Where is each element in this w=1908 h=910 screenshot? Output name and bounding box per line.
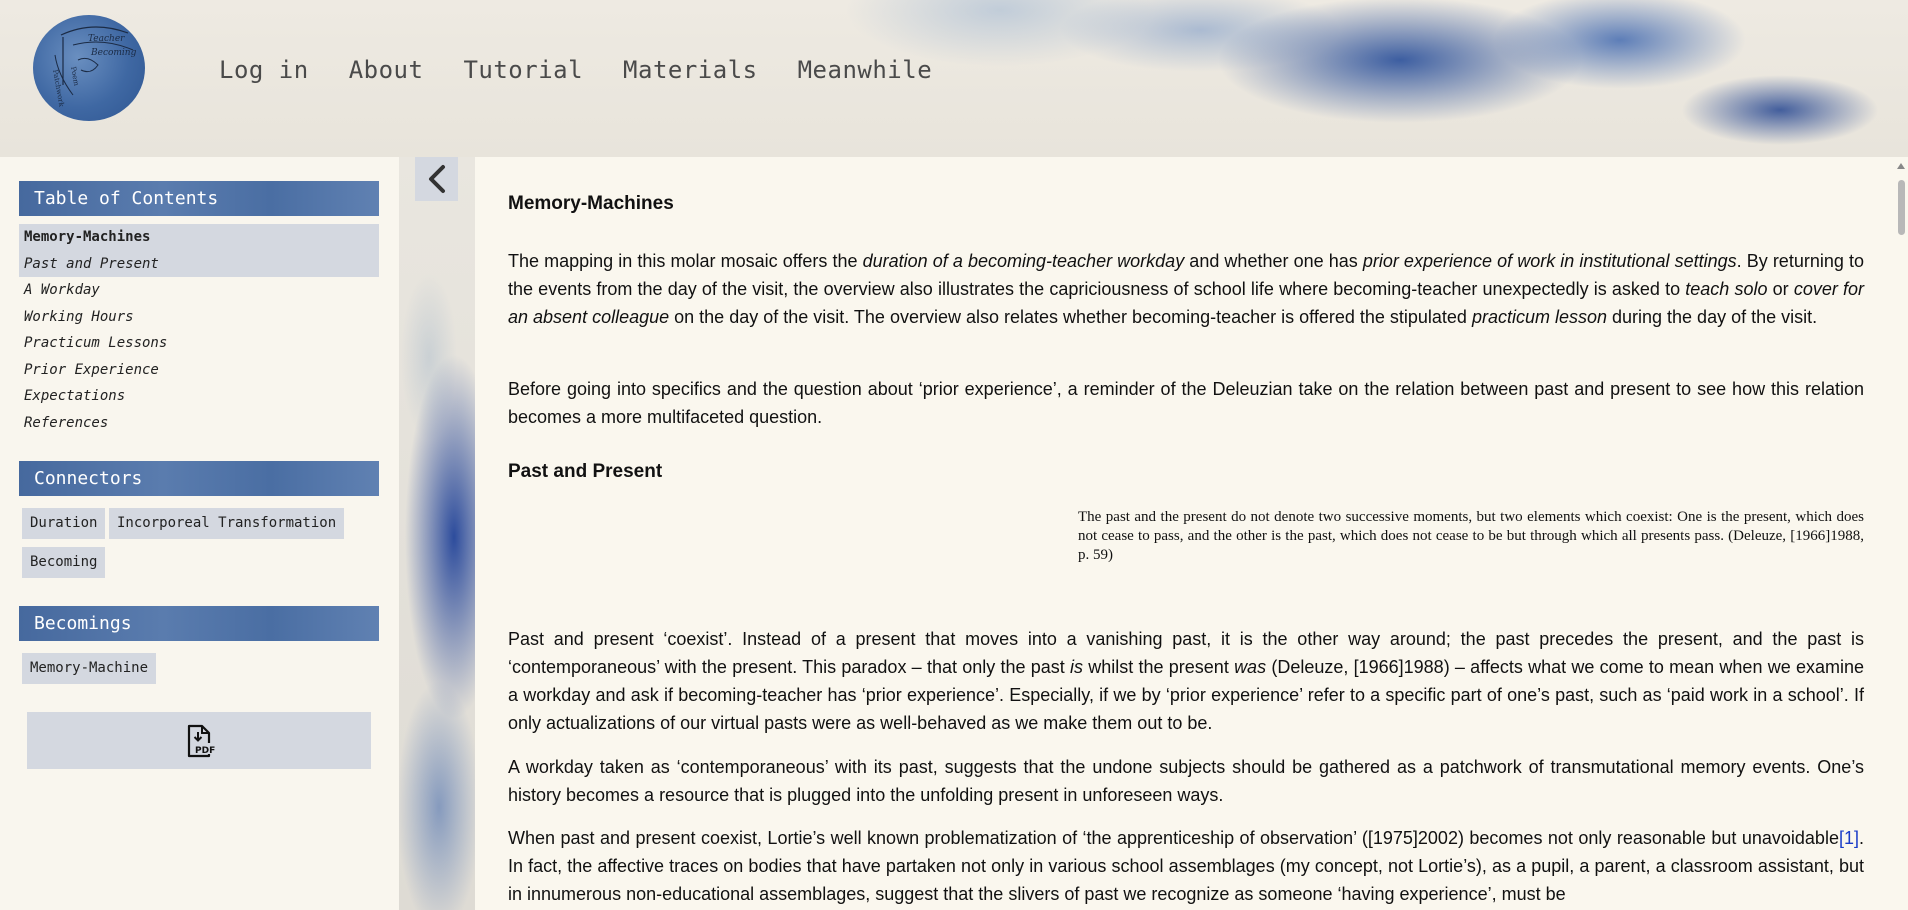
p3-emph-is: is bbox=[1070, 657, 1084, 677]
section-heading-past-and-present: Past and Present bbox=[508, 461, 663, 482]
decorative-strip bbox=[399, 157, 475, 910]
scrollbar[interactable] bbox=[1893, 157, 1908, 910]
logo-text-2: Becoming bbox=[90, 48, 137, 58]
nav-about[interactable]: About bbox=[349, 56, 424, 84]
toc-item-a-workday[interactable]: A Workday bbox=[19, 277, 379, 304]
paragraph-2: Before going into specifics and the ques… bbox=[508, 379, 1864, 427]
footnote-link-1[interactable]: [1] bbox=[1839, 828, 1859, 848]
toc-heading[interactable]: Table of Contents bbox=[19, 181, 379, 216]
p3-emph-was: was bbox=[1234, 657, 1267, 677]
p3-text-c: whilst the present bbox=[1083, 657, 1235, 677]
toc-item-prior-experience[interactable]: Prior Experience bbox=[19, 357, 379, 384]
toc-item-memory-machines[interactable]: Memory-Machines bbox=[19, 224, 379, 251]
nav-materials[interactable]: Materials bbox=[623, 56, 758, 84]
nav-meanwhile[interactable]: Meanwhile bbox=[798, 56, 933, 84]
p5-text-a: When past and present coexist, Lortie’s … bbox=[508, 828, 1839, 848]
scroll-up-arrow-icon[interactable] bbox=[1897, 163, 1905, 169]
scroll-thumb[interactable] bbox=[1898, 180, 1905, 235]
becoming-tag-memory-machine[interactable]: Memory-Machine bbox=[22, 653, 157, 684]
toc-item-references[interactable]: References bbox=[19, 410, 379, 437]
becomings-heading[interactable]: Becomings bbox=[19, 606, 379, 641]
logo-handwriting: Teacher Becoming Patchwork Poem bbox=[51, 26, 137, 108]
connector-tag-duration[interactable]: Duration bbox=[22, 508, 106, 539]
nav-tutorial[interactable]: Tutorial bbox=[463, 56, 583, 84]
p1-text-i: on the day of the visit. The overview al… bbox=[669, 307, 1472, 327]
article-content: Memory-Machines The mapping in this mola… bbox=[475, 157, 1908, 910]
paragraph-5: When past and present coexist, Lortie’s … bbox=[508, 824, 1864, 908]
pdf-file-icon: PDF bbox=[187, 724, 215, 757]
logo-text-4: Poem bbox=[69, 66, 80, 87]
connector-tag-becoming[interactable]: Becoming bbox=[22, 547, 106, 578]
p1-text-c: and whether one has bbox=[1184, 251, 1363, 271]
paragraph-4: A workday taken as ‘contemporaneous’ wit… bbox=[508, 757, 1864, 805]
toc-item-working-hours[interactable]: Working Hours bbox=[19, 304, 379, 331]
p1-text-k: during the day of the visit. bbox=[1607, 307, 1818, 327]
chevron-left-icon bbox=[428, 165, 445, 193]
paragraph-3: Past and present ‘coexist’. Instead of a… bbox=[508, 625, 1864, 737]
p1-emph-practicum: practicum lesson bbox=[1471, 307, 1607, 327]
toc-item-past-and-present[interactable]: Past and Present bbox=[19, 250, 379, 277]
toc-item-practicum-lessons[interactable]: Practicum Lessons bbox=[19, 330, 379, 357]
pdf-label: PDF bbox=[195, 746, 215, 756]
p1-emph-prior-experience: prior experience of work in institutiona… bbox=[1362, 251, 1737, 271]
header-banner: Teacher Becoming Patchwork Poem Log in A… bbox=[0, 0, 1908, 157]
collapse-sidebar-button[interactable] bbox=[415, 157, 458, 201]
p1-emph-duration: duration of a becoming-teacher workday bbox=[862, 251, 1185, 271]
logo-text-1: Teacher bbox=[88, 34, 125, 44]
p1-text-a: The mapping in this molar mosaic offers … bbox=[508, 251, 863, 271]
p1-text-g: or bbox=[1767, 279, 1794, 299]
paragraph-1: The mapping in this molar mosaic offers … bbox=[508, 247, 1864, 331]
toc-list: Memory-Machines Past and Present A Workd… bbox=[19, 224, 379, 436]
connector-tag-incorporeal-transformation[interactable]: Incorporeal Transformation bbox=[109, 508, 345, 539]
article-title: Memory-Machines bbox=[508, 193, 674, 214]
connectors-heading[interactable]: Connectors bbox=[19, 461, 379, 496]
pdf-download-button[interactable]: PDF bbox=[27, 712, 371, 769]
sidebar: Table of Contents Memory-Machines Past a… bbox=[0, 157, 399, 910]
site-logo[interactable]: Teacher Becoming Patchwork Poem bbox=[33, 15, 145, 121]
nav-login[interactable]: Log in bbox=[219, 56, 309, 84]
block-quote: The past and the present do not denote t… bbox=[1078, 509, 1864, 563]
main-nav: Log in About Tutorial Materials Meanwhil… bbox=[219, 56, 932, 84]
p1-emph-teach-solo: teach solo bbox=[1685, 279, 1768, 299]
toc-item-expectations[interactable]: Expectations bbox=[19, 383, 379, 410]
